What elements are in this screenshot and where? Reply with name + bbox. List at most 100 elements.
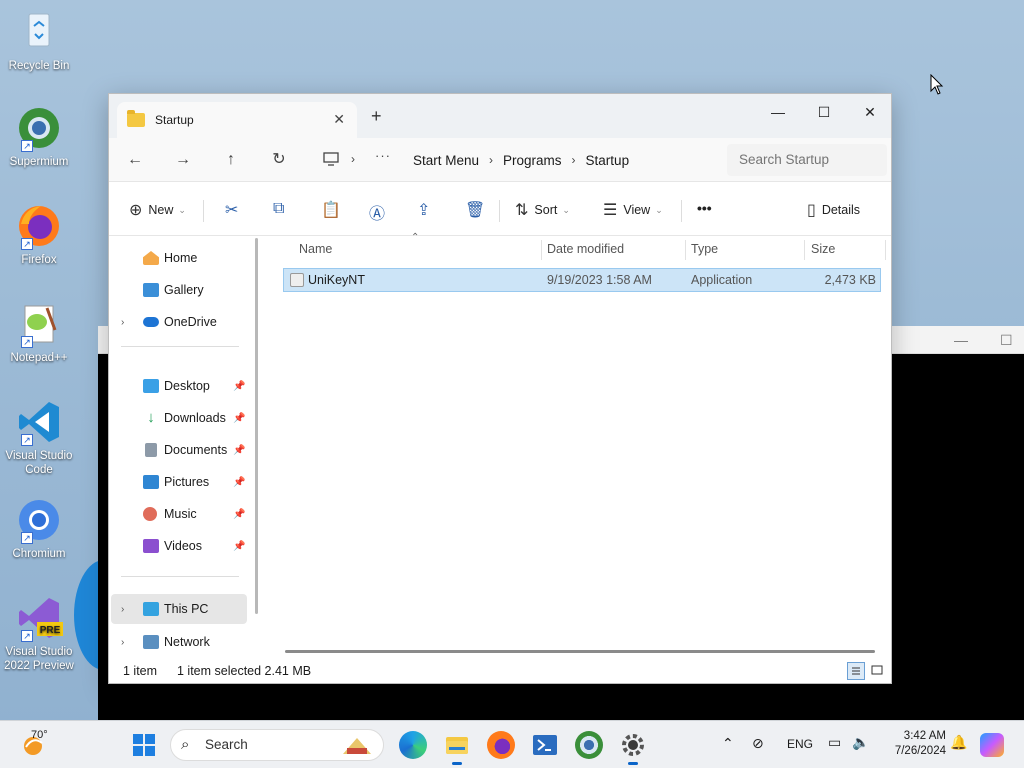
- new-label: New: [148, 203, 174, 217]
- more-options-button[interactable]: •••: [697, 200, 712, 216]
- tiles-view-icon: [871, 665, 883, 675]
- settings-taskbar-icon[interactable]: [619, 731, 647, 765]
- status-bar: 1 item 1 item selected 2.41 MB: [109, 659, 891, 683]
- nav-item-gallery[interactable]: Gallery: [111, 276, 247, 304]
- language-indicator[interactable]: ENG: [787, 737, 813, 751]
- maximize-button[interactable]: ☐: [801, 98, 847, 126]
- nav-item-home[interactable]: Home: [111, 244, 247, 272]
- nav-scrollbar[interactable]: [255, 238, 258, 614]
- desktop-icon-supermium[interactable]: ↗ Supermium: [4, 104, 74, 169]
- details-pane-icon: ▯: [807, 202, 816, 219]
- column-divider[interactable]: [804, 240, 805, 260]
- pin-icon[interactable]: 📌: [233, 381, 245, 392]
- desktop-icon-vscode[interactable]: ↗ Visual Studio Code: [4, 398, 74, 477]
- nav-item-onedrive[interactable]: › OneDrive: [111, 308, 247, 336]
- volume-icon[interactable]: 🔈: [852, 734, 869, 751]
- details-pane-button[interactable]: ▯ Details: [807, 200, 860, 220]
- column-divider[interactable]: [885, 240, 886, 260]
- shortcut-arrow-icon: ↗: [21, 434, 33, 446]
- search-highlight-icon: [343, 738, 371, 754]
- videos-icon: [143, 539, 159, 553]
- minimize-button[interactable]: —: [755, 98, 801, 126]
- large-icons-view-button[interactable]: [869, 662, 887, 680]
- chevron-right-icon[interactable]: ›: [121, 604, 124, 615]
- firefox-icon: ↗: [15, 202, 63, 250]
- desktop-icon-notepadpp[interactable]: ↗ Notepad++: [4, 300, 74, 365]
- desktop-icon-label: Visual Studio 2022 Preview: [4, 646, 74, 672]
- nav-item-music[interactable]: Music 📌: [111, 500, 247, 528]
- powershell-taskbar-icon[interactable]: [531, 731, 559, 759]
- pin-icon[interactable]: 📌: [233, 541, 245, 552]
- display-icon[interactable]: ▭: [828, 734, 841, 751]
- nav-item-pictures[interactable]: Pictures 📌: [111, 468, 247, 496]
- edge-taskbar-icon[interactable]: [399, 731, 427, 759]
- nav-item-videos[interactable]: Videos 📌: [111, 532, 247, 560]
- copy-button[interactable]: ⧉: [273, 200, 290, 218]
- nav-item-documents[interactable]: Documents 📌: [111, 436, 247, 464]
- notification-bell-icon[interactable]: 🔔: [950, 734, 967, 751]
- nav-item-downloads[interactable]: ↓ Downloads 📌: [111, 404, 247, 432]
- back-arrow-icon[interactable]: ←: [121, 148, 149, 172]
- column-header-size[interactable]: Size: [811, 242, 835, 256]
- taskbar-search[interactable]: ⌕ Search: [170, 729, 384, 761]
- file-list[interactable]: ⌃ Name Date modified Type Size UniKeyNT …: [269, 232, 891, 660]
- chevron-right-icon[interactable]: ›: [121, 637, 124, 648]
- document-icon: [145, 443, 157, 457]
- file-date: 9/19/2023 1:58 AM: [547, 273, 652, 287]
- refresh-icon[interactable]: ↻: [265, 148, 293, 172]
- supermium-taskbar-icon[interactable]: [575, 731, 603, 759]
- cut-button[interactable]: ✂: [225, 200, 244, 220]
- clock[interactable]: 3:42 AM 7/26/2024: [880, 729, 946, 759]
- desktop-icon-firefox[interactable]: ↗ Firefox: [4, 202, 74, 267]
- column-header-type[interactable]: Type: [691, 242, 718, 256]
- minimize-icon[interactable]: —: [954, 332, 968, 348]
- rename-button[interactable]: Ⓐ: [369, 200, 391, 224]
- chevron-up-icon[interactable]: ⌃: [722, 735, 734, 752]
- tab-startup[interactable]: Startup ✕: [117, 102, 357, 138]
- file-explorer-taskbar-icon[interactable]: [443, 731, 471, 765]
- column-header-name[interactable]: Name: [299, 242, 332, 256]
- details-view-button[interactable]: [847, 662, 865, 680]
- navigation-pane[interactable]: Home Gallery › OneDrive Desktop 📌 ↓ Down…: [109, 236, 258, 660]
- mouse-cursor-icon: [930, 74, 944, 95]
- desktop-icon-chromium[interactable]: ↗ Chromium: [4, 496, 74, 561]
- delete-button[interactable]: 🗑: [465, 200, 491, 220]
- new-button[interactable]: ⊕ New ⌄: [129, 200, 186, 220]
- column-divider[interactable]: [541, 240, 542, 260]
- pin-icon[interactable]: 📌: [233, 509, 245, 520]
- view-button[interactable]: ☰ View ⌄: [603, 200, 663, 220]
- title-bar[interactable]: Startup ✕ + — ☐ ✕: [109, 94, 891, 138]
- breadcrumb-programs[interactable]: Programs: [503, 153, 562, 168]
- breadcrumb-start-menu[interactable]: Start Menu: [413, 153, 479, 168]
- more-locations-icon[interactable]: ···: [375, 148, 391, 163]
- nav-item-this-pc[interactable]: › This PC: [111, 594, 247, 624]
- maximize-icon[interactable]: ☐: [1000, 332, 1013, 349]
- forward-arrow-icon[interactable]: →: [169, 148, 197, 172]
- network-off-icon[interactable]: ⊘: [752, 735, 764, 752]
- paste-button[interactable]: 📋: [321, 200, 347, 220]
- breadcrumb-startup[interactable]: Startup: [586, 153, 630, 168]
- new-tab-button[interactable]: +: [371, 106, 382, 127]
- up-arrow-icon[interactable]: ↑: [217, 148, 245, 172]
- pin-icon[interactable]: 📌: [233, 445, 245, 456]
- pin-icon[interactable]: 📌: [233, 413, 245, 424]
- table-row[interactable]: UniKeyNT 9/19/2023 1:58 AM Application 2…: [283, 268, 881, 292]
- nav-item-network[interactable]: › Network: [111, 628, 247, 656]
- share-button[interactable]: ⇪: [417, 200, 436, 220]
- column-header-date[interactable]: Date modified: [547, 242, 624, 256]
- start-button[interactable]: [130, 731, 158, 759]
- search-input[interactable]: [727, 144, 887, 176]
- nav-item-desktop[interactable]: Desktop 📌: [111, 372, 247, 400]
- desktop-icon-recycle-bin[interactable]: Recycle Bin: [4, 8, 74, 73]
- chevron-right-icon[interactable]: ›: [121, 317, 124, 328]
- desktop-icon-visual-studio[interactable]: PRE ↗ Visual Studio 2022 Preview: [4, 594, 74, 673]
- sort-button[interactable]: ⇅ Sort ⌄: [515, 200, 570, 220]
- close-tab-icon[interactable]: ✕: [333, 111, 345, 128]
- pin-icon[interactable]: 📌: [233, 477, 245, 488]
- weather-temp: 70°: [31, 729, 48, 741]
- horizontal-scrollbar[interactable]: [285, 650, 875, 653]
- firefox-taskbar-icon[interactable]: [487, 731, 515, 759]
- copilot-icon[interactable]: [980, 733, 1004, 757]
- column-divider[interactable]: [685, 240, 686, 260]
- close-button[interactable]: ✕: [847, 98, 893, 126]
